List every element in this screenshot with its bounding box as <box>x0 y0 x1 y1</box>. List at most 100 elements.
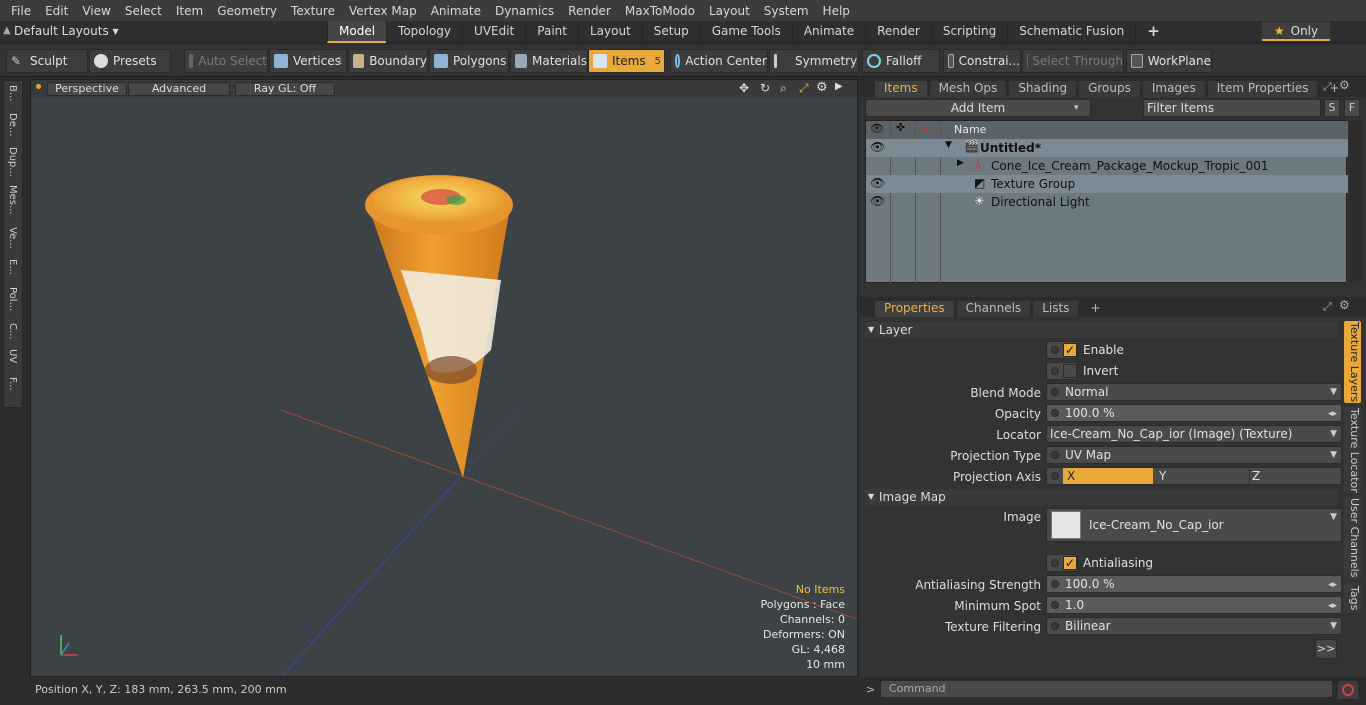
menu-help[interactable]: Help <box>816 4 857 18</box>
minimum-spot-slider[interactable]: 1.0 ◂▸ <box>1046 596 1342 614</box>
left-tab-8[interactable]: C... <box>7 323 18 340</box>
tab-topology[interactable]: Topology <box>386 21 462 43</box>
tab-schematic-fusion[interactable]: Schematic Fusion <box>1007 21 1135 43</box>
more-button[interactable]: >> <box>1315 639 1337 659</box>
left-tab-9[interactable]: UV <box>7 349 18 363</box>
tab-user-channels[interactable]: User Channels <box>1344 497 1361 579</box>
menu-vertex-map[interactable]: Vertex Map <box>342 4 424 18</box>
image-map-section-header[interactable]: ▼ Image Map <box>865 489 1338 505</box>
tab-render[interactable]: Render <box>865 21 931 43</box>
collapse-icon[interactable]: ▲ <box>3 25 11 36</box>
tab-game-tools[interactable]: Game Tools <box>699 21 792 43</box>
projection-type-select[interactable]: UV Map ▼ <box>1046 446 1342 464</box>
slider-handle-icon[interactable]: ◂▸ <box>1328 577 1337 592</box>
menu-geometry[interactable]: Geometry <box>210 4 284 18</box>
menu-system[interactable]: System <box>757 4 816 18</box>
f-button[interactable]: F <box>1344 99 1360 117</box>
tab-groups[interactable]: Groups <box>1079 81 1140 97</box>
menu-view[interactable]: View <box>75 4 117 18</box>
command-input[interactable]: Command <box>880 680 1333 698</box>
presets-button[interactable]: Presets <box>89 49 171 73</box>
left-tab-6[interactable]: E... <box>7 259 18 275</box>
eye-icon[interactable]: 👁 <box>870 176 885 190</box>
auto-select-button[interactable]: Auto Select <box>184 49 268 73</box>
tab-setup[interactable]: Setup <box>641 21 700 43</box>
filter-items-input[interactable]: Filter Items <box>1143 99 1321 117</box>
tab-item-properties[interactable]: Item Properties <box>1207 81 1318 97</box>
items-scrollbar[interactable] <box>1349 120 1363 283</box>
list-item[interactable]: 👁 ☀ Directional Light <box>866 193 1348 211</box>
chevron-down-icon[interactable]: ▼ <box>945 140 952 150</box>
menu-edit[interactable]: Edit <box>38 4 75 18</box>
tab-shading[interactable]: Shading <box>1009 81 1077 97</box>
left-tab-10[interactable]: F... <box>7 377 18 391</box>
tab-paint[interactable]: Paint <box>525 21 578 43</box>
left-tab-3[interactable]: Dup... <box>7 147 18 177</box>
select-through-button[interactable]: Select Through <box>1022 49 1124 73</box>
blend-mode-select[interactable]: Normal ▼ <box>1046 383 1342 401</box>
eye-icon[interactable]: 👁 <box>870 194 885 208</box>
add-properties-tab-button[interactable]: + <box>1081 301 1109 317</box>
menu-item[interactable]: Item <box>169 4 210 18</box>
menu-file[interactable]: File <box>4 4 38 18</box>
tab-lists[interactable]: Lists <box>1033 301 1079 317</box>
slider-handle-icon[interactable]: ◂▸ <box>1328 406 1337 421</box>
tab-mesh-ops[interactable]: Mesh Ops <box>929 81 1007 97</box>
type-header-icon[interactable]: ⅄ <box>922 121 929 134</box>
properties-gear-icon[interactable]: ⚙ <box>1339 298 1350 312</box>
eye-icon[interactable]: 👁 <box>870 140 885 154</box>
enable-checkbox[interactable]: ✓ <box>1046 341 1078 359</box>
menu-maxtomodo[interactable]: MaxToModo <box>618 4 702 18</box>
panel-gear-icon[interactable]: ⚙ <box>1339 78 1350 92</box>
image-select[interactable]: Ice-Cream_No_Cap_ior ▼ <box>1046 508 1342 542</box>
vertices-button[interactable]: Vertices 1 <box>269 49 347 73</box>
visibility-header-icon[interactable]: 👁 <box>870 122 884 135</box>
maximize-properties-icon[interactable]: ⤢ <box>1323 300 1332 314</box>
invert-checkbox[interactable] <box>1046 362 1078 380</box>
chevron-right-icon[interactable]: ▶ <box>957 158 964 168</box>
workplane-button[interactable]: WorkPlane <box>1126 49 1212 73</box>
falloff-button[interactable]: Falloff <box>862 49 940 73</box>
menu-dynamics[interactable]: Dynamics <box>488 4 561 18</box>
tab-model[interactable]: Model <box>327 21 387 43</box>
add-item-chevron-icon[interactable]: ▾ <box>1074 99 1079 117</box>
left-tab-5[interactable]: Ve... <box>7 227 18 249</box>
lock-header-icon[interactable]: ✜ <box>896 121 905 134</box>
record-button[interactable] <box>1337 680 1359 700</box>
tab-channels[interactable]: Channels <box>956 301 1031 317</box>
axis-y-button[interactable]: Y <box>1157 468 1247 484</box>
list-item[interactable]: 👁 ▼ 🎬 Untitled* <box>866 139 1348 157</box>
opacity-slider[interactable]: 100.0 % ◂▸ <box>1046 404 1342 422</box>
tab-properties[interactable]: Properties <box>875 301 954 317</box>
layer-section-header[interactable]: ▼ Layer <box>865 322 1338 338</box>
tab-images[interactable]: Images <box>1142 81 1205 97</box>
menu-layout[interactable]: Layout <box>702 4 757 18</box>
boundary-button[interactable]: Boundary <box>348 49 428 73</box>
left-tab-2[interactable]: De... <box>7 113 18 136</box>
name-column-header[interactable]: Name <box>954 123 986 136</box>
items-button[interactable]: Items 5 <box>588 49 665 73</box>
materials-button[interactable]: Materials <box>510 49 588 73</box>
tab-texture-locator[interactable]: Texture Locator <box>1344 407 1361 493</box>
menu-render[interactable]: Render <box>561 4 618 18</box>
s-button[interactable]: S <box>1324 99 1340 117</box>
texture-filtering-select[interactable]: Bilinear ▼ <box>1046 617 1342 635</box>
3d-viewport[interactable]: Perspective Advanced Ray GL: Off ✥ ↻ ⌕ ⤢… <box>30 79 858 677</box>
tab-scripting[interactable]: Scripting <box>930 21 1007 43</box>
tab-animate[interactable]: Animate <box>791 21 865 43</box>
add-tab-button[interactable]: + <box>1135 21 1171 43</box>
tab-items[interactable]: Items <box>875 81 927 97</box>
action-center-button[interactable]: Action Center <box>670 49 768 73</box>
tab-texture-layers[interactable]: Texture Layers <box>1344 321 1361 403</box>
menu-texture[interactable]: Texture <box>284 4 342 18</box>
antialiasing-checkbox[interactable]: ✓ <box>1046 554 1078 572</box>
only-button[interactable]: ★ Only <box>1262 22 1330 41</box>
locator-select[interactable]: Ice-Cream_No_Cap_ior (Image) (Texture) ▼ <box>1046 425 1342 443</box>
sculpt-button[interactable]: ✎ Sculpt <box>6 49 88 73</box>
layout-dropdown[interactable]: Default Layouts ▾ <box>14 24 119 38</box>
list-item[interactable]: 👁 ◩ Texture Group <box>866 175 1348 193</box>
constraints-button[interactable]: Constrai... <box>943 49 1021 73</box>
tab-tags[interactable]: Tags <box>1344 583 1361 613</box>
menu-select[interactable]: Select <box>118 4 169 18</box>
aa-strength-slider[interactable]: 100.0 % ◂▸ <box>1046 575 1342 593</box>
